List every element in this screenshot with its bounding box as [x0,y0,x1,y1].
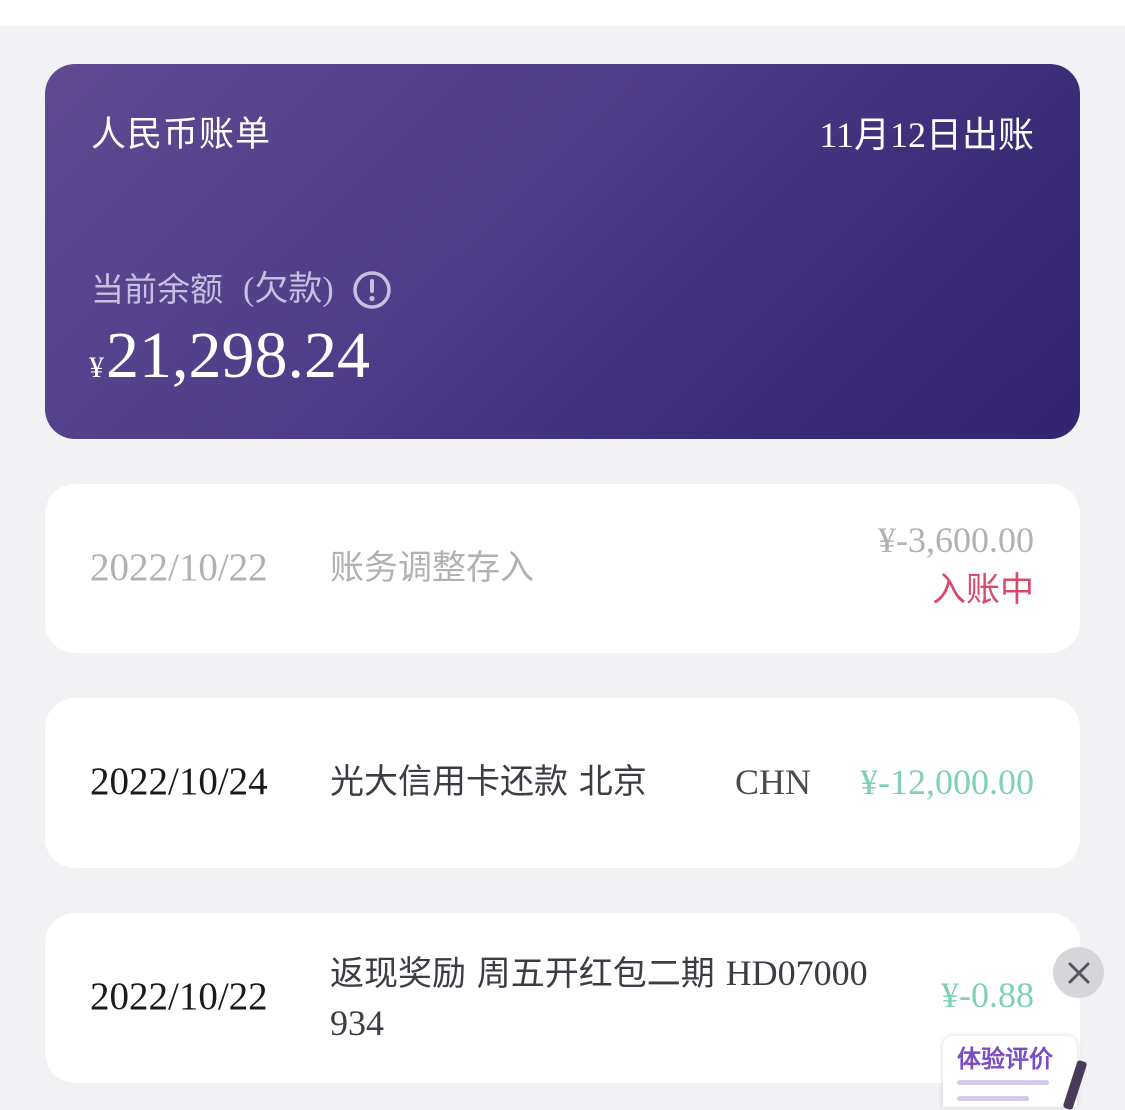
feedback-badge[interactable]: 体验评价 [943,1036,1077,1107]
transaction-description-continued: 934 [330,999,384,1048]
balance-amount: ¥ 21,298.24 [89,316,370,396]
transaction-description: 账务调整存入 [330,548,534,588]
transaction-row[interactable]: 2022/10/22 返现奖励 周五开红包二期 HD07000 934 ¥-0.… [45,913,1080,1083]
close-icon [1068,962,1089,983]
top-strip [0,0,1125,26]
transaction-description: 光大信用卡还款 北京 [330,762,647,802]
balance-value: 21,298.24 [106,319,370,392]
feedback-label: 体验评价 [957,1045,1053,1073]
info-circle-icon[interactable] [352,270,392,310]
transaction-amount: ¥-0.88 [941,975,1034,1015]
transaction-status: 入账中 [932,570,1034,610]
feedback-line-decoration [957,1080,1049,1085]
transaction-date: 2022/10/22 [90,975,268,1018]
transaction-description-text: 返现奖励 周五开红包二期 [330,954,715,994]
transaction-row[interactable]: 2022/10/22 账务调整存入 ¥-3,600.00 入账中 [45,484,1080,653]
currency-symbol: ¥ [89,351,104,384]
feedback-line-decoration [957,1096,1029,1101]
transaction-date: 2022/10/22 [90,546,268,589]
balance-note: (欠款) [243,271,334,308]
transaction-amount: ¥-3,600.00 [878,520,1034,560]
transaction-amount: ¥-12,000.00 [860,762,1034,802]
bill-summary-card[interactable]: 人民币账单 11月12日出账 当前余额 (欠款) ¥ 21,298.24 [45,64,1080,439]
statement-date: 11月12日出账 [819,115,1034,155]
transaction-row[interactable]: 2022/10/24 光大信用卡还款 北京 CHN ¥-12,000.00 [45,698,1080,868]
transaction-region: CHN [735,762,812,802]
transaction-description-code: HD07000 [725,953,868,993]
balance-label: 当前余额 [91,270,223,309]
transaction-description-code-tail: 934 [330,1003,384,1043]
balance-label-row: 当前余额 (欠款) [91,266,392,314]
transaction-description: 返现奖励 周五开红包二期 HD07000 [330,949,868,998]
close-button[interactable] [1053,947,1104,998]
bill-title: 人民币账单 [91,115,272,155]
transaction-date: 2022/10/24 [90,760,268,803]
